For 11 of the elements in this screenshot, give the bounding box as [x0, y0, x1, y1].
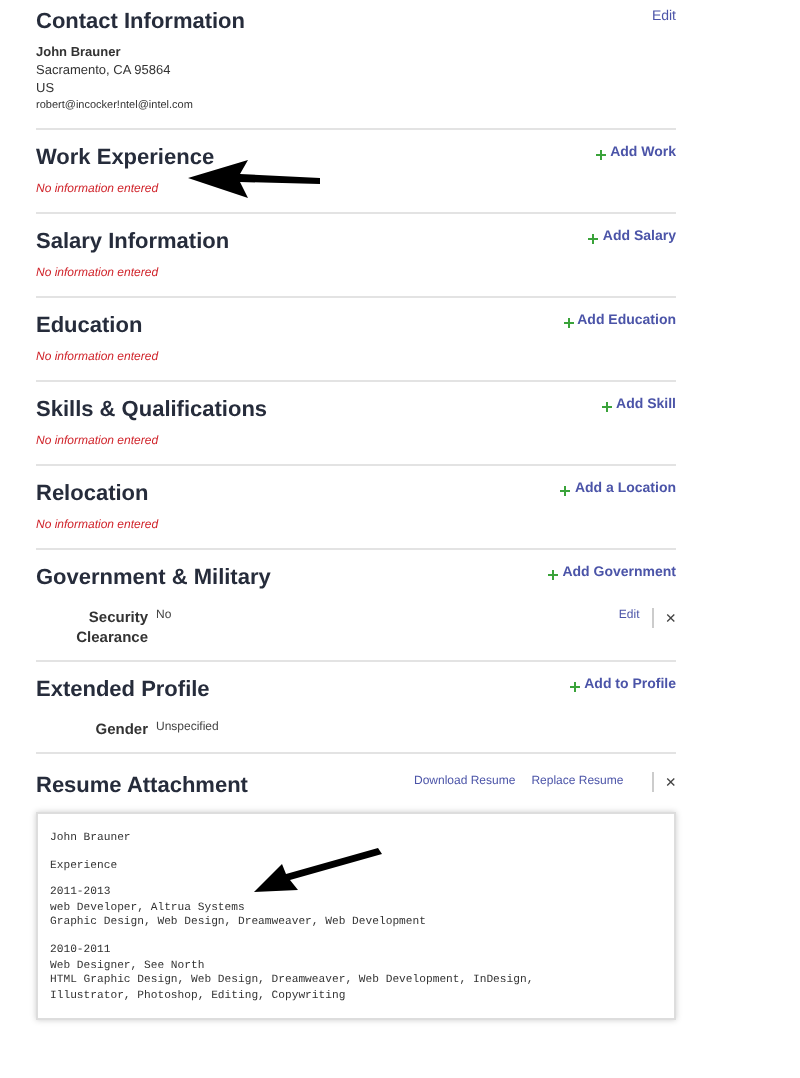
section-heading: Extended Profile	[36, 676, 210, 704]
section-heading: Contact Information	[36, 8, 245, 36]
remove-button[interactable]: ×	[651, 608, 676, 628]
section-heading: Skills & Qualifications	[36, 396, 268, 424]
section-heading: Relocation	[36, 480, 149, 508]
section-heading: Work Experience	[36, 144, 215, 172]
section-heading: Government & Military	[36, 564, 271, 592]
section-heading: Resume Attachment	[36, 772, 248, 800]
remove-button[interactable]: ×	[651, 772, 676, 792]
section-heading: Education	[36, 312, 143, 340]
section-heading: Salary Information	[36, 228, 230, 256]
